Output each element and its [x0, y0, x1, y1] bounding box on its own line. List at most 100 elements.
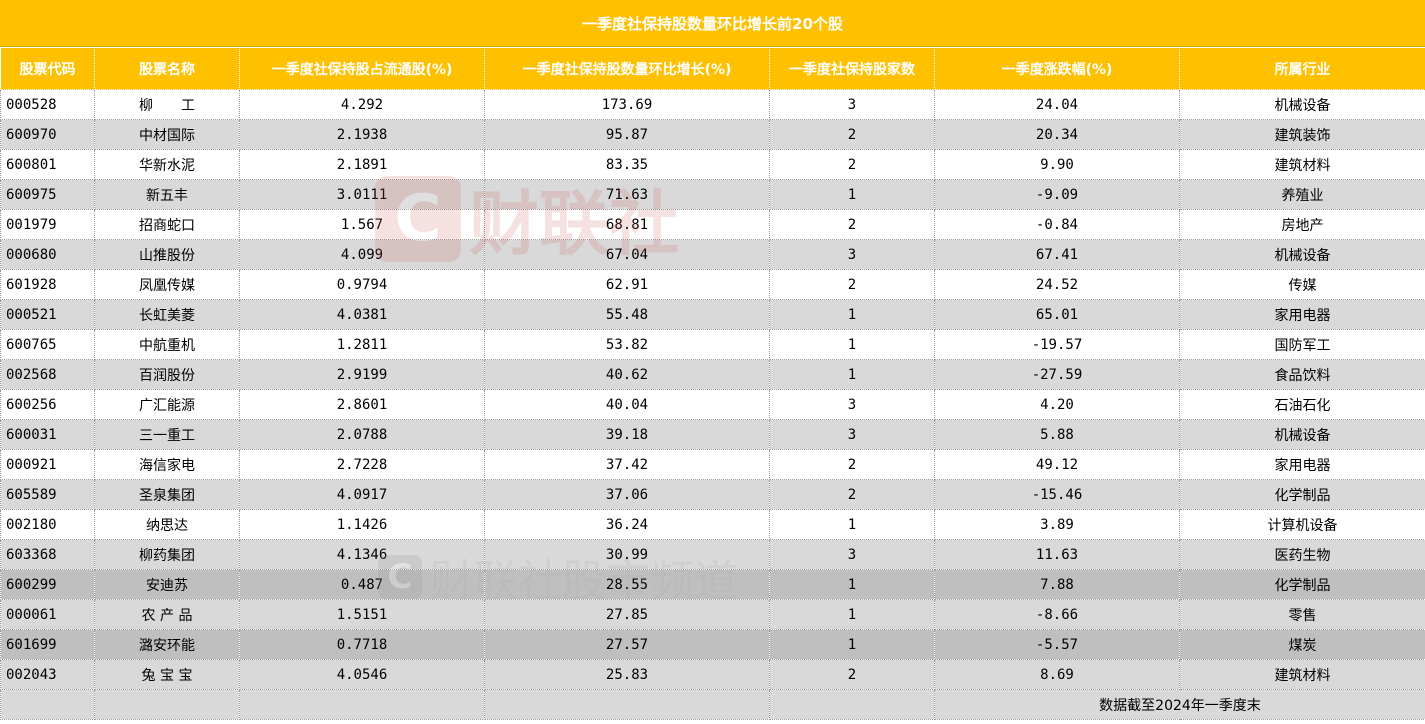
stock-name-cell: 长虹美菱 [94, 299, 240, 330]
industry-cell: 传媒 [1179, 269, 1425, 300]
growth-cell: 68.81 [484, 209, 770, 240]
table-row: 600975 新五丰 3.0111 71.63 1 -9.09 养殖业 [0, 179, 1425, 210]
growth-cell: 67.04 [484, 239, 770, 270]
price-change-cell: -27.59 [934, 359, 1180, 390]
stock-code-cell: 600765 [0, 329, 95, 360]
growth-cell: 28.55 [484, 569, 770, 600]
stock-name-cell: 山推股份 [94, 239, 240, 270]
stock-code-cell: 600256 [0, 389, 95, 420]
table-row: 600031 三一重工 2.0788 39.18 3 5.88 机械设备 [0, 419, 1425, 450]
pct-float-cell: 1.2811 [239, 329, 485, 360]
stock-code-cell: 601699 [0, 629, 95, 660]
table-row: 601928 凤凰传媒 0.9794 62.91 2 24.52 传媒 [0, 269, 1425, 300]
stock-name-cell: 安迪苏 [94, 569, 240, 600]
footer-empty-cell [94, 689, 240, 720]
holder-count-cell: 1 [769, 179, 935, 210]
pct-float-cell: 4.0381 [239, 299, 485, 330]
header-stock-name: 股票名称 [94, 47, 240, 90]
stock-code-cell: 002043 [0, 659, 95, 690]
industry-cell: 建筑材料 [1179, 659, 1425, 690]
table-row: 000521 长虹美菱 4.0381 55.48 1 65.01 家用电器 [0, 299, 1425, 330]
table-row: 002568 百润股份 2.9199 40.62 1 -27.59 食品饮料 [0, 359, 1425, 390]
growth-cell: 36.24 [484, 509, 770, 540]
holder-count-cell: 2 [769, 449, 935, 480]
table-row: 605589 圣泉集团 4.0917 37.06 2 -15.46 化学制品 [0, 479, 1425, 510]
pct-float-cell: 4.099 [239, 239, 485, 270]
stock-name-cell: 华新水泥 [94, 149, 240, 180]
header-growth: 一季度社保持股数量环比增长(%) [484, 47, 770, 90]
table-row: 000680 山推股份 4.099 67.04 3 67.41 机械设备 [0, 239, 1425, 270]
holder-count-cell: 1 [769, 569, 935, 600]
stock-name-cell: 柳 工 [94, 89, 240, 120]
industry-cell: 食品饮料 [1179, 359, 1425, 390]
table-row: 603368 柳药集团 4.1346 30.99 3 11.63 医药生物 [0, 539, 1425, 570]
stock-code-cell: 600031 [0, 419, 95, 450]
stock-name-cell: 纳思达 [94, 509, 240, 540]
price-change-cell: -8.66 [934, 599, 1180, 630]
pct-float-cell: 2.0788 [239, 419, 485, 450]
growth-cell: 37.42 [484, 449, 770, 480]
header-industry: 所属行业 [1179, 47, 1425, 90]
holder-count-cell: 3 [769, 239, 935, 270]
table-title: 一季度社保持股数量环比增长前20个股 [0, 0, 1425, 47]
price-change-cell: 65.01 [934, 299, 1180, 330]
stock-code-cell: 600801 [0, 149, 95, 180]
stock-code-cell: 000680 [0, 239, 95, 270]
growth-cell: 83.35 [484, 149, 770, 180]
pct-float-cell: 1.5151 [239, 599, 485, 630]
industry-cell: 建筑材料 [1179, 149, 1425, 180]
stock-code-cell: 002568 [0, 359, 95, 390]
industry-cell: 家用电器 [1179, 449, 1425, 480]
holder-count-cell: 2 [769, 659, 935, 690]
stock-name-cell: 三一重工 [94, 419, 240, 450]
pct-float-cell: 2.1938 [239, 119, 485, 150]
industry-cell: 医药生物 [1179, 539, 1425, 570]
stock-name-cell: 百润股份 [94, 359, 240, 390]
holder-count-cell: 2 [769, 119, 935, 150]
holder-count-cell: 1 [769, 359, 935, 390]
stock-code-cell: 000528 [0, 89, 95, 120]
table-row: 600765 中航重机 1.2811 53.82 1 -19.57 国防军工 [0, 329, 1425, 360]
table-row: 001979 招商蛇口 1.567 68.81 2 -0.84 房地产 [0, 209, 1425, 240]
pct-float-cell: 1.567 [239, 209, 485, 240]
industry-cell: 建筑装饰 [1179, 119, 1425, 150]
industry-cell: 石油石化 [1179, 389, 1425, 420]
stock-name-cell: 海信家电 [94, 449, 240, 480]
stock-name-cell: 广汇能源 [94, 389, 240, 420]
footer-row: 数据截至2024年一季度末 [0, 689, 1425, 720]
header-price-change: 一季度涨跌幅(%) [934, 47, 1180, 90]
stock-code-cell: 600970 [0, 119, 95, 150]
industry-cell: 计算机设备 [1179, 509, 1425, 540]
stock-name-cell: 圣泉集团 [94, 479, 240, 510]
stock-name-cell: 农 产 品 [94, 599, 240, 630]
table-row: 600256 广汇能源 2.8601 40.04 3 4.20 石油石化 [0, 389, 1425, 420]
growth-cell: 53.82 [484, 329, 770, 360]
holder-count-cell: 3 [769, 89, 935, 120]
growth-cell: 95.87 [484, 119, 770, 150]
pct-float-cell: 4.1346 [239, 539, 485, 570]
stock-code-cell: 603368 [0, 539, 95, 570]
growth-cell: 173.69 [484, 89, 770, 120]
table-row: 000921 海信家电 2.7228 37.42 2 49.12 家用电器 [0, 449, 1425, 480]
holder-count-cell: 2 [769, 479, 935, 510]
holder-count-cell: 3 [769, 539, 935, 570]
stock-code-cell: 600299 [0, 569, 95, 600]
pct-float-cell: 0.487 [239, 569, 485, 600]
price-change-cell: -19.57 [934, 329, 1180, 360]
holder-count-cell: 3 [769, 389, 935, 420]
price-change-cell: 5.88 [934, 419, 1180, 450]
pct-float-cell: 2.7228 [239, 449, 485, 480]
industry-cell: 机械设备 [1179, 89, 1425, 120]
header-stock-code: 股票代码 [0, 47, 95, 90]
holder-count-cell: 1 [769, 509, 935, 540]
pct-float-cell: 1.1426 [239, 509, 485, 540]
stock-name-cell: 中材国际 [94, 119, 240, 150]
price-change-cell: 67.41 [934, 239, 1180, 270]
pct-float-cell: 4.0546 [239, 659, 485, 690]
industry-cell: 化学制品 [1179, 479, 1425, 510]
growth-cell: 37.06 [484, 479, 770, 510]
footnote: 数据截至2024年一季度末 [934, 689, 1425, 720]
header-pct-float: 一季度社保持股占流通股(%) [239, 47, 485, 90]
price-change-cell: 11.63 [934, 539, 1180, 570]
growth-cell: 40.04 [484, 389, 770, 420]
